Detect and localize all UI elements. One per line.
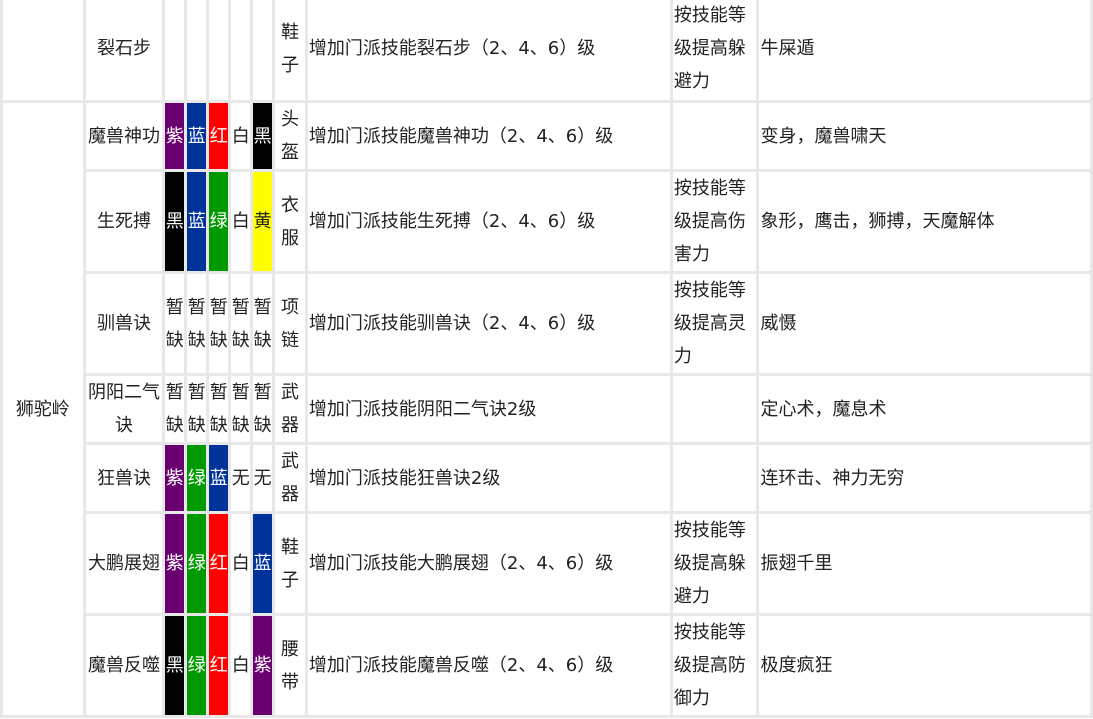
table-row: 魔兽反噬黑绿红白紫腰带 增加门派技能魔兽反噬（2、4、6）级 按技能等级提高防御力极… xyxy=(2,613,1093,718)
effect-cell: 增加门派技能魔兽反噬（2、4、6）级 xyxy=(304,613,673,718)
gem-color-cell: 蓝 xyxy=(250,511,276,616)
bonus-cell xyxy=(669,373,760,445)
gem-color-cell: 暂缺 xyxy=(162,373,188,445)
bonus-cell xyxy=(669,100,760,172)
gem-color-cell: 白 xyxy=(228,613,254,718)
equipment-slot-cell: 头盔 xyxy=(272,100,308,172)
gem-color-cell: 绿 xyxy=(184,442,210,514)
gem-color-cell xyxy=(162,0,188,103)
skill-name-cell: 魔兽反噬 xyxy=(82,613,166,718)
effect-cell: 增加门派技能阴阳二气诀2级 xyxy=(304,373,673,445)
skill-name-cell: 驯兽诀 xyxy=(82,271,166,376)
gem-color-cell: 白 xyxy=(228,169,254,274)
gem-color-cell: 紫 xyxy=(162,100,188,172)
special-skill-cell: 威慑 xyxy=(756,271,1093,376)
bonus-cell: 按技能等级提高防御力 xyxy=(669,613,760,718)
gem-color-cell: 白 xyxy=(228,511,254,616)
gem-color-cell xyxy=(250,0,276,103)
table-row: 驯兽诀 暂缺 暂缺 暂缺 暂缺 暂缺 项链 增加门派技能驯兽诀（2、4、6）级 按技能等级提高灵… xyxy=(2,271,1093,376)
bonus-cell: 按技能等级提高躲避力 xyxy=(669,511,760,616)
skill-name-cell: 狂兽诀 xyxy=(82,442,166,514)
gem-color-cell: 蓝 xyxy=(184,169,210,274)
effect-cell: 增加门派技能裂石步（2、4、6）级 xyxy=(304,0,673,103)
gem-color-cell: 黑 xyxy=(250,100,276,172)
gem-color-cell: 紫 xyxy=(162,511,188,616)
gem-color-cell: 黄 xyxy=(250,169,276,274)
sect-cell: 狮驼岭 xyxy=(0,100,86,718)
gem-color-cell xyxy=(206,0,232,103)
sect-cell-prev xyxy=(0,0,86,103)
gem-color-cell: 暂缺 xyxy=(228,271,254,376)
skill-name-cell: 魔兽神功 xyxy=(82,100,166,172)
effect-cell: 增加门派技能魔兽神功（2、4、6）级 xyxy=(304,100,673,172)
special-skill-cell: 变身，魔兽啸天 xyxy=(756,100,1093,172)
table-row: 大鹏展翅紫绿红白蓝鞋子 增加门派技能大鹏展翅（2、4、6）级 按技能等级提高躲避力振… xyxy=(2,511,1093,616)
bonus-cell: 按技能等级提高灵力 xyxy=(669,271,760,376)
table-row: 狮驼岭 魔兽神功紫蓝红白黑头盔 增加门派技能魔兽神功（2、4、6）级 变身，魔兽啸天 xyxy=(0,100,1093,718)
skill-name-cell: 生死搏 xyxy=(82,169,166,274)
gem-color-cell: 暂缺 xyxy=(184,271,210,376)
skill-table: 裂石步 鞋子 增加门派技能裂石步（2、4、6）级 按技能等级提高躲避力 牛屎遁 狮驼岭 魔兽… xyxy=(0,0,1093,718)
skill-name-cell: 裂石步 xyxy=(82,0,166,103)
special-skill-cell: 极度疯狂 xyxy=(756,613,1093,718)
bonus-cell xyxy=(669,442,760,514)
gem-color-cell: 紫 xyxy=(162,442,188,514)
gem-color-cell: 暂缺 xyxy=(250,271,276,376)
gem-color-cell xyxy=(184,0,210,103)
equipment-slot-cell: 武器 xyxy=(272,373,308,445)
equipment-slot-cell: 衣服 xyxy=(272,169,308,274)
special-skill-cell: 象形，鹰击，狮搏，天魔解体 xyxy=(756,169,1093,274)
gem-color-cell: 暂缺 xyxy=(184,373,210,445)
gem-color-cell: 红 xyxy=(206,100,232,172)
gem-color-cell xyxy=(228,0,254,103)
gem-color-cell: 无 xyxy=(228,442,254,514)
table-row: 阴阳二气诀 暂缺 暂缺 暂缺 暂缺 暂缺 武器 增加门派技能阴阳二气诀2级 定心术，魔息术 xyxy=(2,373,1093,445)
equipment-slot-cell: 腰带 xyxy=(272,613,308,718)
special-skill-cell: 振翅千里 xyxy=(756,511,1093,616)
gem-color-cell: 暂缺 xyxy=(206,271,232,376)
special-skill-cell: 连环击、神力无穷 xyxy=(756,442,1093,514)
skill-name-cell: 大鹏展翅 xyxy=(82,511,166,616)
bonus-cell: 按技能等级提高伤害力 xyxy=(669,169,760,274)
gem-color-cell: 暂缺 xyxy=(250,373,276,445)
special-skill-cell: 牛屎遁 xyxy=(756,0,1093,103)
equipment-slot-cell: 鞋子 xyxy=(272,511,308,616)
gem-color-cell: 紫 xyxy=(250,613,276,718)
gem-color-cell: 暂缺 xyxy=(162,271,188,376)
gem-color-cell: 蓝 xyxy=(206,442,232,514)
effect-cell: 增加门派技能生死搏（2、4、6）级 xyxy=(304,169,673,274)
equipment-slot-cell: 鞋子 xyxy=(272,0,308,103)
table-row: 狂兽诀紫绿蓝无无武器 增加门派技能狂兽诀2级 连环击、神力无穷 xyxy=(2,442,1093,514)
effect-cell: 增加门派技能大鹏展翅（2、4、6）级 xyxy=(304,511,673,616)
equipment-slot-cell: 武器 xyxy=(272,442,308,514)
skill-name-cell: 阴阳二气诀 xyxy=(82,373,166,445)
equipment-slot-cell: 项链 xyxy=(272,271,308,376)
gem-color-cell: 绿 xyxy=(206,169,232,274)
gem-color-cell: 红 xyxy=(206,613,232,718)
table-row: 裂石步 鞋子 增加门派技能裂石步（2、4、6）级 按技能等级提高躲避力 牛屎遁 xyxy=(0,0,1093,103)
gem-color-cell: 绿 xyxy=(184,613,210,718)
bonus-cell: 按技能等级提高躲避力 xyxy=(669,0,760,103)
gem-color-cell: 绿 xyxy=(184,511,210,616)
gem-color-cell: 蓝 xyxy=(184,100,210,172)
gem-color-cell: 黑 xyxy=(162,613,188,718)
gem-color-cell: 暂缺 xyxy=(228,373,254,445)
gem-color-cell: 黑 xyxy=(162,169,188,274)
gem-color-cell: 白 xyxy=(228,100,254,172)
effect-cell: 增加门派技能狂兽诀2级 xyxy=(304,442,673,514)
gem-color-cell: 暂缺 xyxy=(206,373,232,445)
gem-color-cell: 红 xyxy=(206,511,232,616)
table-row: 生死搏黑蓝绿白黄衣服 增加门派技能生死搏（2、4、6）级 按技能等级提高伤害力 象形，… xyxy=(2,169,1093,274)
special-skill-cell: 定心术，魔息术 xyxy=(756,373,1093,445)
effect-cell: 增加门派技能驯兽诀（2、4、6）级 xyxy=(304,271,673,376)
gem-color-cell: 无 xyxy=(250,442,276,514)
